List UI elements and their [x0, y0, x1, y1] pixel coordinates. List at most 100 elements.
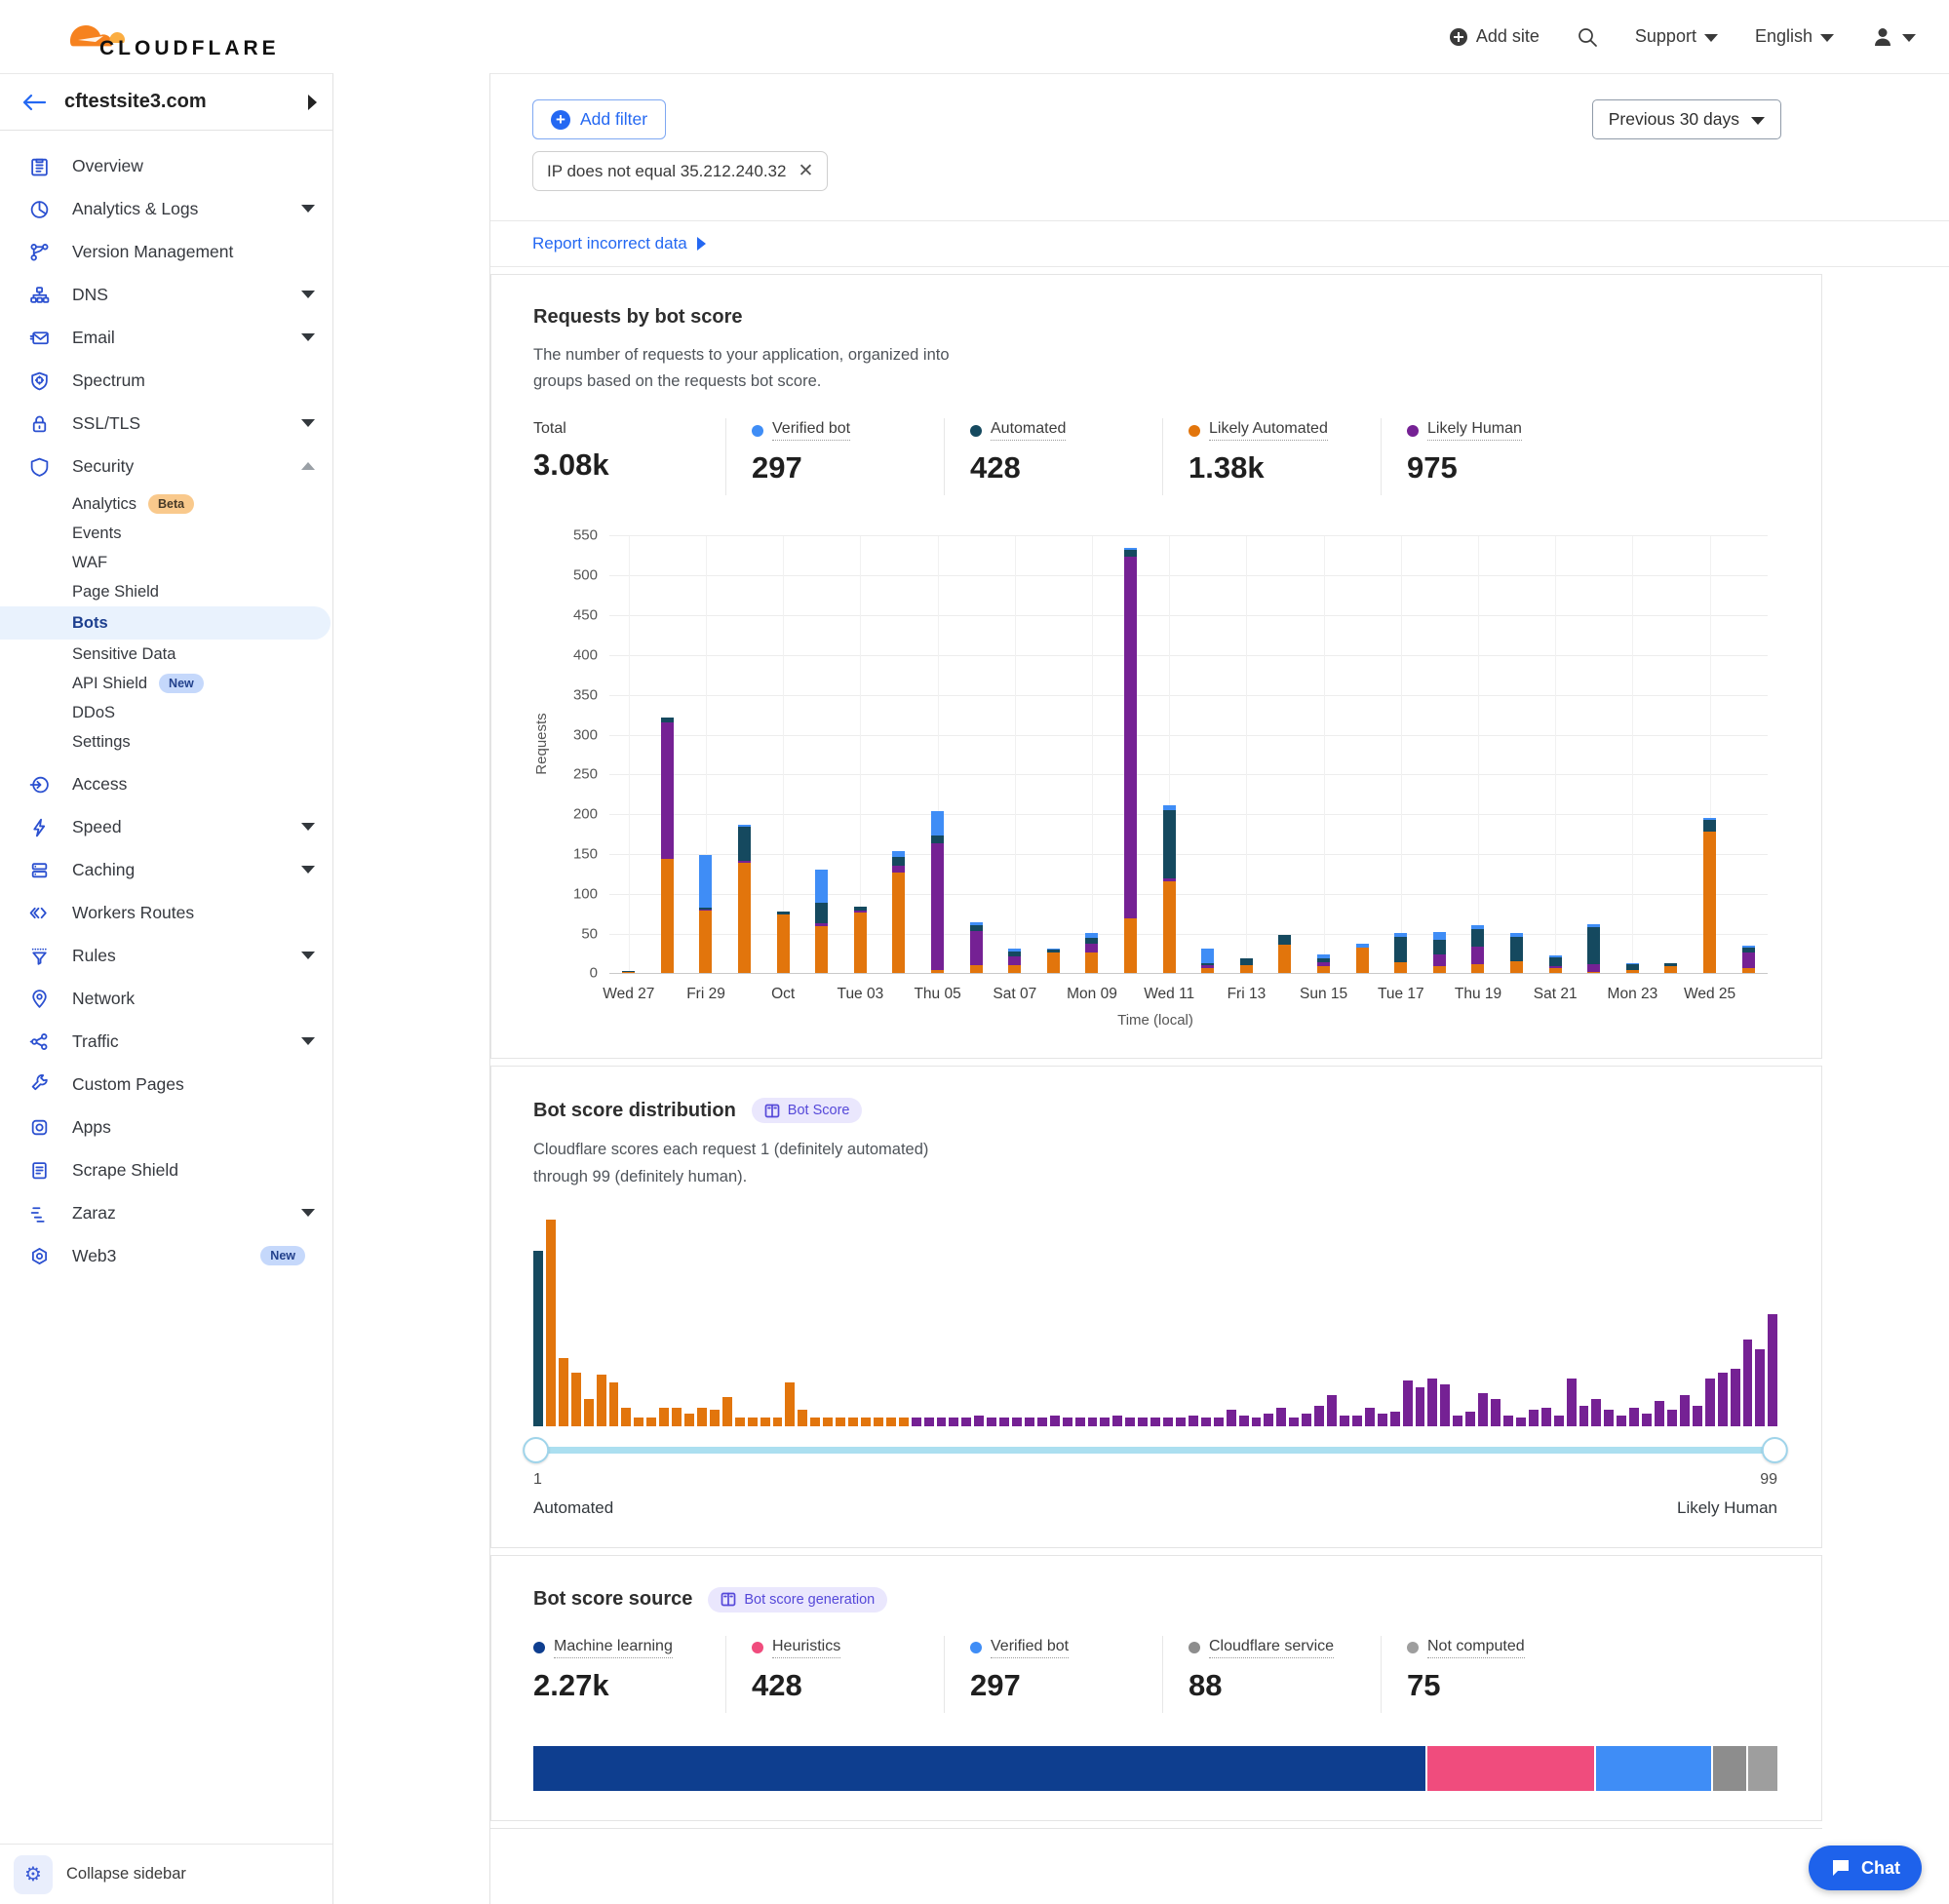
score-bin-54[interactable]	[1201, 1418, 1211, 1425]
score-bin-59[interactable]	[1264, 1414, 1273, 1426]
score-bin-5[interactable]	[584, 1399, 594, 1426]
sidebar-subitem-ddos[interactable]: DDoS	[0, 698, 332, 727]
score-bin-71[interactable]	[1416, 1387, 1425, 1426]
score-bin-58[interactable]	[1252, 1418, 1262, 1425]
score-bin-12[interactable]	[672, 1408, 682, 1426]
score-bin-34[interactable]	[949, 1418, 958, 1425]
score-bin-49[interactable]	[1138, 1418, 1148, 1425]
sidebar-item-custom-pages[interactable]: Custom Pages	[0, 1063, 332, 1106]
score-bin-69[interactable]	[1390, 1412, 1400, 1426]
sidebar-subitem-waf[interactable]: WAF	[0, 548, 332, 577]
score-bin-78[interactable]	[1503, 1416, 1513, 1426]
sidebar-subitem-events[interactable]: Events	[0, 519, 332, 548]
bot-score-generation-badge[interactable]: Bot score generation	[708, 1587, 887, 1613]
score-bin-40[interactable]	[1025, 1418, 1034, 1425]
score-bin-14[interactable]	[697, 1408, 707, 1426]
stacked-bar-oct-15[interactable]	[1317, 536, 1330, 974]
stacked-bar-oct-12[interactable]	[1201, 536, 1214, 974]
back-arrow-icon[interactable]	[21, 92, 47, 113]
score-bin-33[interactable]	[937, 1418, 947, 1425]
stacked-bar-oct-11[interactable]	[1163, 536, 1176, 974]
score-bin-63[interactable]	[1314, 1406, 1324, 1426]
score-bin-77[interactable]	[1491, 1399, 1501, 1426]
score-bin-3[interactable]	[559, 1358, 568, 1426]
sidebar-item-web3[interactable]: Web3New	[0, 1234, 332, 1277]
source-segment-machine-learning[interactable]	[533, 1746, 1427, 1791]
score-bin-62[interactable]	[1302, 1414, 1311, 1426]
score-bin-28[interactable]	[874, 1418, 883, 1425]
source-segment-heuristics[interactable]	[1427, 1746, 1596, 1791]
score-bin-21[interactable]	[785, 1382, 795, 1426]
sidebar-item-dns[interactable]: DNS	[0, 273, 332, 316]
score-bin-97[interactable]	[1743, 1340, 1753, 1426]
stacked-bar-oct-22[interactable]	[1587, 536, 1600, 974]
score-bin-57[interactable]	[1239, 1416, 1249, 1426]
sidebar-item-ssl-tls[interactable]: SSL/TLS	[0, 402, 332, 445]
stacked-bar-oct-23[interactable]	[1626, 536, 1639, 974]
score-bin-30[interactable]	[899, 1418, 909, 1425]
sidebar-item-apps[interactable]: Apps	[0, 1106, 332, 1148]
score-bin-81[interactable]	[1541, 1408, 1551, 1426]
stacked-bar-oct-24[interactable]	[1664, 536, 1677, 974]
sidebar-subitem-page-shield[interactable]: Page Shield	[0, 577, 332, 606]
score-bin-75[interactable]	[1465, 1412, 1475, 1426]
sidebar-item-scrape-shield[interactable]: Scrape Shield	[0, 1148, 332, 1191]
sidebar-subitem-analytics[interactable]: AnalyticsBeta	[0, 489, 332, 519]
score-bin-35[interactable]	[961, 1418, 971, 1425]
score-bin-39[interactable]	[1012, 1418, 1022, 1425]
add-filter-button[interactable]: + Add filter	[532, 99, 666, 139]
sidebar-item-zaraz[interactable]: Zaraz	[0, 1191, 332, 1234]
stacked-bar-oct-10[interactable]	[1124, 536, 1137, 974]
score-bin-29[interactable]	[886, 1418, 896, 1425]
settings-gear-button[interactable]: ⚙	[14, 1855, 53, 1894]
score-bin-31[interactable]	[912, 1418, 921, 1425]
score-bin-16[interactable]	[722, 1397, 732, 1426]
stacked-bar-oct-03[interactable]	[854, 536, 867, 974]
score-bin-73[interactable]	[1440, 1384, 1450, 1425]
sidebar-item-access[interactable]: Access	[0, 762, 332, 805]
stacked-bar-oct-06[interactable]	[970, 536, 983, 974]
stacked-bar-oct-14[interactable]	[1278, 536, 1291, 974]
score-bin-45[interactable]	[1088, 1418, 1098, 1425]
score-bin-61[interactable]	[1289, 1418, 1299, 1425]
score-bin-66[interactable]	[1352, 1416, 1362, 1426]
score-bin-60[interactable]	[1276, 1408, 1286, 1426]
sidebar-item-rules[interactable]: Rules	[0, 934, 332, 977]
score-bin-26[interactable]	[848, 1418, 858, 1425]
score-bin-51[interactable]	[1163, 1418, 1173, 1425]
slider-handle-max[interactable]	[1762, 1437, 1788, 1463]
score-bin-96[interactable]	[1731, 1369, 1740, 1426]
support-menu[interactable]: Support	[1635, 26, 1718, 47]
time-range-dropdown[interactable]: Previous 30 days	[1592, 99, 1781, 139]
sidebar-subitem-sensitive-data[interactable]: Sensitive Data	[0, 640, 332, 669]
stacked-bar-oct-21[interactable]	[1549, 536, 1562, 974]
search-button[interactable]	[1577, 26, 1598, 48]
score-bin-23[interactable]	[810, 1418, 820, 1425]
score-bin-64[interactable]	[1327, 1395, 1337, 1426]
score-bin-82[interactable]	[1554, 1416, 1564, 1426]
site-expand-icon[interactable]	[308, 95, 317, 110]
score-bin-7[interactable]	[609, 1382, 619, 1426]
source-segment-not-computed[interactable]	[1748, 1746, 1777, 1791]
stacked-bar-oct-20[interactable]	[1510, 536, 1523, 974]
score-bin-48[interactable]	[1125, 1418, 1135, 1425]
report-incorrect-data-link[interactable]: Report incorrect data	[532, 234, 687, 253]
score-bin-44[interactable]	[1075, 1418, 1085, 1425]
score-bin-65[interactable]	[1340, 1416, 1349, 1426]
score-bin-8[interactable]	[621, 1408, 631, 1426]
score-bin-85[interactable]	[1591, 1399, 1601, 1426]
stacked-bar-oct-09[interactable]	[1085, 536, 1098, 974]
score-bin-32[interactable]	[924, 1418, 934, 1425]
score-bin-53[interactable]	[1189, 1416, 1198, 1426]
score-bin-25[interactable]	[836, 1418, 845, 1425]
score-bin-47[interactable]	[1112, 1416, 1122, 1426]
sidebar-item-caching[interactable]: Caching	[0, 848, 332, 891]
score-bin-95[interactable]	[1718, 1373, 1728, 1426]
slider-track[interactable]	[533, 1447, 1777, 1454]
score-bin-27[interactable]	[861, 1418, 871, 1425]
score-bin-42[interactable]	[1050, 1416, 1060, 1426]
score-bin-6[interactable]	[597, 1375, 606, 1426]
score-bin-18[interactable]	[748, 1418, 758, 1425]
stacked-bar-oct-07[interactable]	[1008, 536, 1021, 974]
chat-button[interactable]: Chat	[1809, 1846, 1922, 1890]
